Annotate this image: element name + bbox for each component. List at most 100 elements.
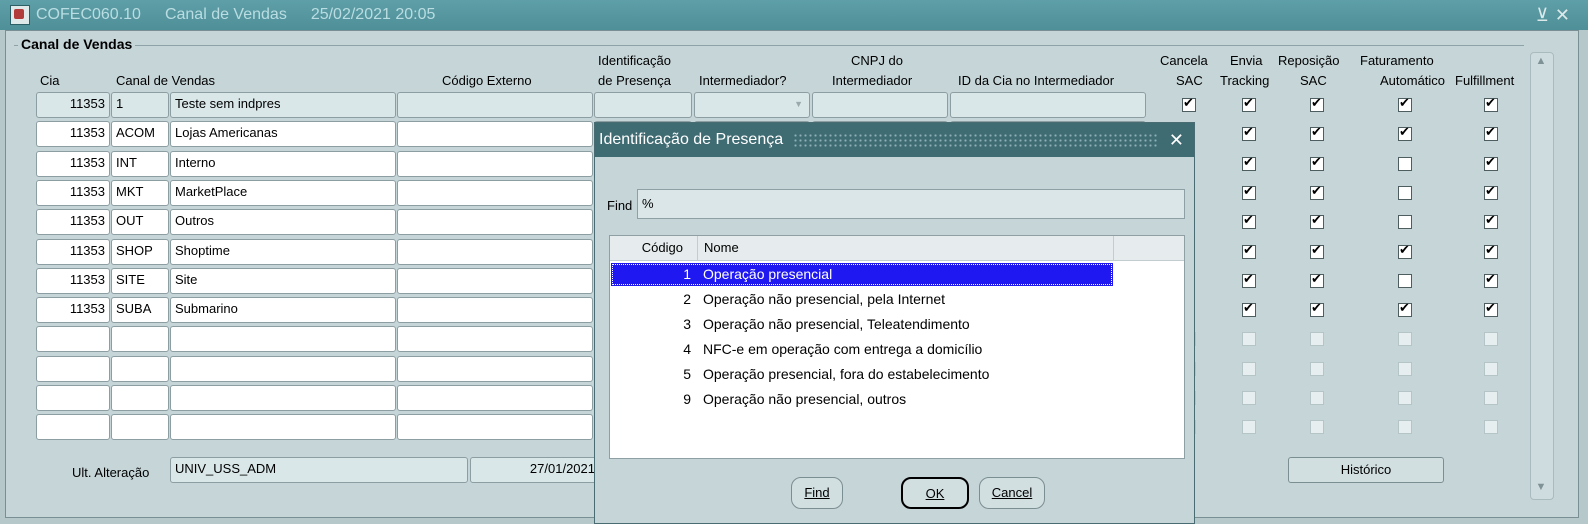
canal-name-cell[interactable]: Lojas Americanas bbox=[170, 121, 396, 147]
cia-cell[interactable]: 11353 bbox=[36, 209, 110, 235]
envia-tracking-checkbox[interactable] bbox=[1242, 332, 1256, 346]
cia-cell[interactable] bbox=[36, 414, 110, 440]
canal-name-cell[interactable] bbox=[170, 356, 396, 382]
envia-tracking-checkbox[interactable] bbox=[1242, 420, 1256, 434]
minimize-icon[interactable]: ⊻ bbox=[1536, 5, 1555, 25]
reposicao-sac-checkbox[interactable] bbox=[1310, 362, 1324, 376]
fulfillment-checkbox[interactable] bbox=[1484, 362, 1498, 376]
list-header-codigo[interactable]: Código bbox=[610, 236, 698, 260]
cia-cell[interactable]: 11353 bbox=[36, 151, 110, 177]
find-input[interactable]: % bbox=[637, 189, 1185, 219]
cia-cell[interactable] bbox=[36, 326, 110, 352]
faturamento-checkbox[interactable] bbox=[1398, 125, 1412, 141]
dialog-close-icon[interactable]: ✕ bbox=[1169, 130, 1184, 151]
list-header-nome[interactable]: Nome bbox=[698, 236, 1114, 260]
find-button[interactable]: Find bbox=[791, 477, 843, 509]
fulfillment-checkbox[interactable] bbox=[1484, 420, 1498, 434]
vertical-scrollbar[interactable]: ▲ ▼ bbox=[1530, 52, 1554, 500]
faturamento-checkbox[interactable] bbox=[1398, 243, 1412, 259]
cia-cell[interactable]: 11353 bbox=[36, 180, 110, 206]
cia-cell[interactable] bbox=[36, 385, 110, 411]
codigo-externo-cell[interactable] bbox=[397, 356, 593, 382]
fulfillment-checkbox[interactable] bbox=[1484, 184, 1498, 200]
reposicao-sac-checkbox[interactable] bbox=[1310, 96, 1324, 112]
code-cell[interactable]: ACOM bbox=[111, 121, 169, 147]
list-item[interactable]: 4 NFC-e em operação com entrega a domicíl… bbox=[611, 338, 1113, 361]
codigo-externo-cell[interactable] bbox=[397, 414, 593, 440]
cia-cell[interactable]: 11353 bbox=[36, 297, 110, 323]
code-cell[interactable]: MKT bbox=[111, 180, 169, 206]
codigo-externo-cell[interactable] bbox=[397, 385, 593, 411]
cia-cell[interactable]: 11353 bbox=[36, 92, 110, 118]
fulfillment-checkbox[interactable] bbox=[1484, 213, 1498, 229]
reposicao-sac-checkbox[interactable] bbox=[1310, 391, 1324, 405]
code-cell[interactable] bbox=[111, 414, 169, 440]
reposicao-sac-checkbox[interactable] bbox=[1310, 213, 1324, 229]
list-item[interactable]: 5 Operação presencial, fora do estabeleci… bbox=[611, 363, 1113, 386]
list-item[interactable]: 9 Operação não presencial, outros bbox=[611, 388, 1113, 411]
faturamento-checkbox[interactable] bbox=[1398, 215, 1412, 229]
codigo-externo-cell[interactable] bbox=[397, 121, 593, 147]
faturamento-checkbox[interactable] bbox=[1398, 391, 1412, 405]
reposicao-sac-checkbox[interactable] bbox=[1310, 420, 1324, 434]
reposicao-sac-checkbox[interactable] bbox=[1310, 155, 1324, 171]
canal-name-cell[interactable]: Teste sem indpres bbox=[170, 92, 396, 118]
codigo-externo-cell[interactable] bbox=[397, 92, 593, 118]
canal-name-cell[interactable]: Shoptime bbox=[170, 239, 396, 265]
fulfillment-checkbox[interactable] bbox=[1484, 243, 1498, 259]
code-cell[interactable]: 1 bbox=[111, 92, 169, 118]
reposicao-sac-checkbox[interactable] bbox=[1310, 125, 1324, 141]
codigo-externo-cell[interactable] bbox=[397, 180, 593, 206]
code-cell[interactable]: SUBA bbox=[111, 297, 169, 323]
cnpj-cell[interactable] bbox=[812, 92, 948, 118]
canal-name-cell[interactable]: MarketPlace bbox=[170, 180, 396, 206]
faturamento-checkbox[interactable] bbox=[1398, 362, 1412, 376]
canal-name-cell[interactable] bbox=[170, 326, 396, 352]
code-cell[interactable]: SITE bbox=[111, 268, 169, 294]
list-item[interactable]: 1 Operação presencial bbox=[611, 263, 1113, 286]
canal-name-cell[interactable] bbox=[170, 385, 396, 411]
faturamento-checkbox[interactable] bbox=[1398, 96, 1412, 112]
canal-name-cell[interactable]: Outros bbox=[170, 209, 396, 235]
code-cell[interactable] bbox=[111, 326, 169, 352]
canal-name-cell[interactable]: Site bbox=[170, 268, 396, 294]
fulfillment-checkbox[interactable] bbox=[1484, 125, 1498, 141]
dropdown-arrow-icon[interactable]: ▼ bbox=[794, 99, 803, 109]
codigo-externo-cell[interactable] bbox=[397, 151, 593, 177]
intermediador-cell[interactable]: ▼ bbox=[694, 92, 810, 118]
faturamento-checkbox[interactable] bbox=[1398, 420, 1412, 434]
fulfillment-checkbox[interactable] bbox=[1484, 272, 1498, 288]
codigo-externo-cell[interactable] bbox=[397, 326, 593, 352]
code-cell[interactable]: OUT bbox=[111, 209, 169, 235]
list-item[interactable]: 2 Operação não presencial, pela Internet bbox=[611, 288, 1113, 311]
canal-name-cell[interactable]: Interno bbox=[170, 151, 396, 177]
envia-tracking-checkbox[interactable] bbox=[1242, 96, 1256, 112]
fulfillment-checkbox[interactable] bbox=[1484, 96, 1498, 112]
code-cell[interactable] bbox=[111, 356, 169, 382]
historico-button[interactable]: Histórico bbox=[1288, 457, 1444, 483]
ok-button[interactable]: OK bbox=[901, 477, 969, 509]
cia-cell[interactable]: 11353 bbox=[36, 268, 110, 294]
cancel-button[interactable]: Cancel bbox=[979, 477, 1045, 509]
codigo-externo-cell[interactable] bbox=[397, 268, 593, 294]
fulfillment-checkbox[interactable] bbox=[1484, 391, 1498, 405]
reposicao-sac-checkbox[interactable] bbox=[1310, 301, 1324, 317]
code-cell[interactable] bbox=[111, 385, 169, 411]
faturamento-checkbox[interactable] bbox=[1398, 274, 1412, 288]
envia-tracking-checkbox[interactable] bbox=[1242, 155, 1256, 171]
ident-presenca-cell[interactable] bbox=[594, 92, 692, 118]
reposicao-sac-checkbox[interactable] bbox=[1310, 272, 1324, 288]
reposicao-sac-checkbox[interactable] bbox=[1310, 332, 1324, 346]
cia-cell[interactable]: 11353 bbox=[36, 121, 110, 147]
code-cell[interactable]: INT bbox=[111, 151, 169, 177]
fulfillment-checkbox[interactable] bbox=[1484, 155, 1498, 171]
codigo-externo-cell[interactable] bbox=[397, 239, 593, 265]
faturamento-checkbox[interactable] bbox=[1398, 332, 1412, 346]
codigo-externo-cell[interactable] bbox=[397, 297, 593, 323]
cancela-sac-checkbox[interactable] bbox=[1182, 96, 1196, 112]
code-cell[interactable]: SHOP bbox=[111, 239, 169, 265]
cia-cell[interactable] bbox=[36, 356, 110, 382]
envia-tracking-checkbox[interactable] bbox=[1242, 272, 1256, 288]
close-icon[interactable]: ✕ bbox=[1555, 5, 1576, 25]
fulfillment-checkbox[interactable] bbox=[1484, 301, 1498, 317]
